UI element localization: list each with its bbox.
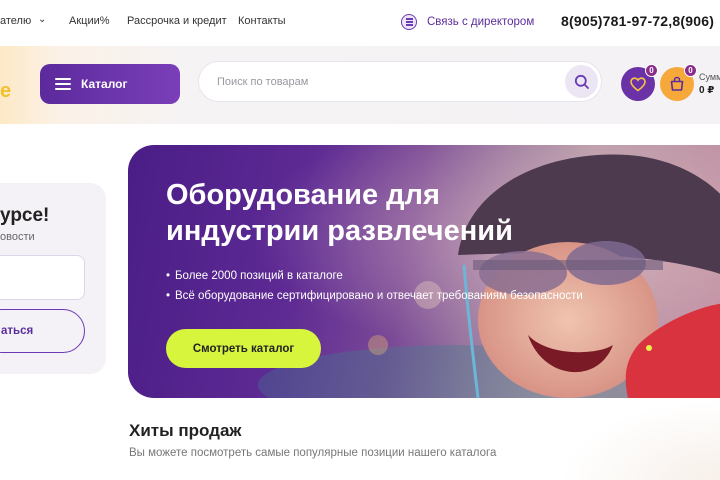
- favorites-count-badge: 0: [645, 64, 658, 77]
- favorites-button[interactable]: 0: [621, 64, 658, 101]
- subscribe-button-label: аться: [1, 325, 34, 337]
- cart-sum-value: 0 ₽: [699, 85, 715, 96]
- hero-bullet: Более 2000 позиций в каталоге: [166, 266, 583, 286]
- hero-title: Оборудование для индустрии развлечений: [166, 179, 513, 247]
- subscribe-email-field[interactable]: [0, 255, 85, 300]
- search-button[interactable]: [565, 65, 598, 98]
- section-subtitle-hits: Вы можете посмотреть самые популярные по…: [129, 447, 497, 459]
- header-bar: e Каталог 0 0 Сумм 0 ₽: [0, 46, 720, 124]
- nav-item-promotions[interactable]: Акции%: [69, 15, 110, 27]
- cart-button[interactable]: 0: [660, 64, 697, 101]
- decorative-gradient: [560, 400, 720, 480]
- contact-director-label: Связь с директором: [427, 16, 535, 28]
- nav-item-installments[interactable]: Рассрочка и кредит: [127, 15, 227, 27]
- subscribe-title: урсе!: [0, 205, 50, 226]
- cart-icon: [670, 76, 684, 91]
- cart-sum-label: Сумм: [699, 72, 720, 82]
- chevron-down-icon[interactable]: ⌄: [38, 14, 46, 25]
- nav-item-location[interactable]: ателю: [0, 15, 31, 27]
- cart-count-badge: 0: [684, 64, 697, 77]
- top-nav-bar: ателю ⌄ Акции% Рассрочка и кредит Контак…: [0, 0, 720, 46]
- view-catalog-button-label: Смотреть каталог: [192, 342, 295, 355]
- catalog-button-label: Каталог: [81, 77, 128, 91]
- logo[interactable]: e: [0, 80, 11, 103]
- contact-director-link[interactable]: Связь с директором: [401, 12, 534, 32]
- section-title-hits: Хиты продаж: [129, 421, 242, 440]
- search-icon: [574, 74, 589, 89]
- nav-item-contacts[interactable]: Контакты: [238, 15, 286, 27]
- phone-numbers[interactable]: 8(905)781-97-72,8(906): [561, 13, 714, 29]
- search-input[interactable]: [217, 73, 547, 91]
- hero-bullets: Более 2000 позиций в каталоге Всё оборуд…: [166, 266, 583, 306]
- subscribe-button[interactable]: аться: [0, 309, 85, 353]
- subscribe-subtitle: овости: [0, 231, 35, 243]
- catalog-button[interactable]: Каталог: [40, 64, 180, 104]
- view-catalog-button[interactable]: Смотреть каталог: [166, 329, 321, 368]
- menu-icon: [55, 78, 71, 90]
- search-bar: [198, 61, 602, 102]
- hero-bullet: Всё оборудование сертифицировано и отвеч…: [166, 286, 583, 306]
- message-icon: [401, 14, 417, 30]
- heart-icon: [630, 76, 646, 91]
- hero-banner[interactable]: Оборудование для индустрии развлечений Б…: [128, 145, 720, 398]
